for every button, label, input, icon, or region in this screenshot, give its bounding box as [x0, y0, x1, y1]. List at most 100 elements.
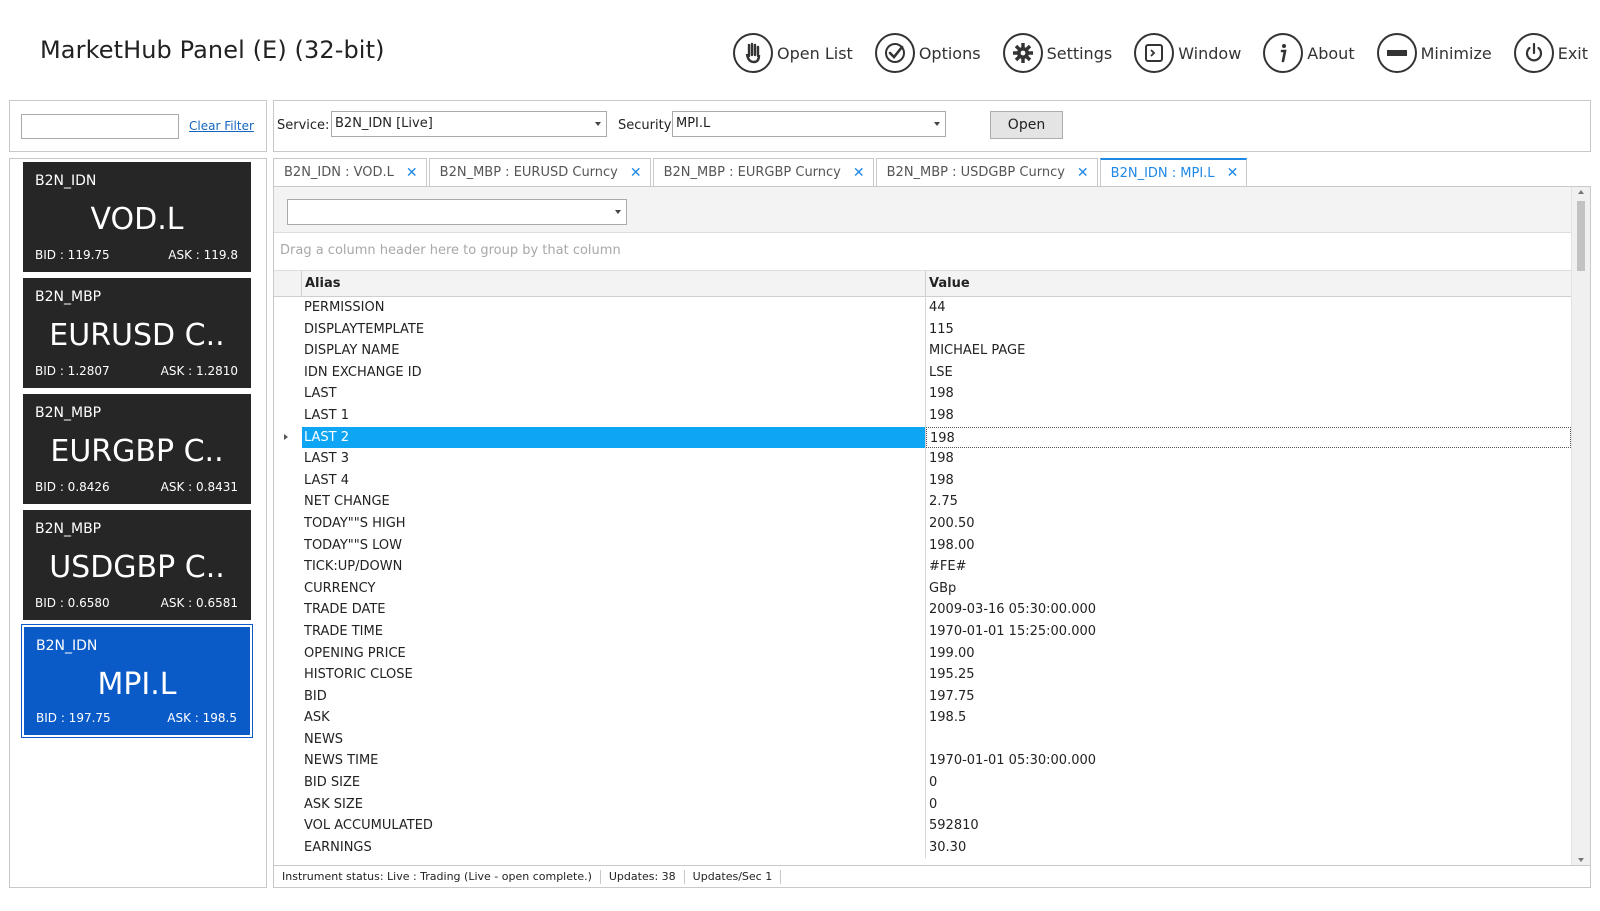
cell-alias[interactable]: TODAY""S LOW — [302, 534, 926, 557]
cell-value[interactable]: 199.00 — [926, 643, 1571, 665]
table-row[interactable]: NEWS — [274, 728, 1571, 751]
cell-alias[interactable]: DISPLAYTEMPLATE — [302, 318, 926, 341]
table-row[interactable]: CURRENCY GBp — [274, 577, 1571, 600]
table-row[interactable]: BID 197.75 — [274, 685, 1571, 708]
table-row[interactable]: BID SIZE 0 — [274, 772, 1571, 794]
minimize-button[interactable]: Minimize — [1376, 32, 1492, 74]
cell-alias[interactable]: TRADE DATE — [302, 599, 926, 621]
clear-filter-link[interactable]: Clear Filter — [189, 119, 254, 133]
cell-value[interactable]: 198 — [926, 405, 1571, 427]
table-row[interactable]: NEWS TIME 1970-01-01 05:30:00.000 — [274, 750, 1571, 773]
scroll-down-icon[interactable] — [1578, 858, 1584, 862]
about-button[interactable]: About — [1263, 32, 1355, 74]
table-row[interactable]: TRADE TIME 1970-01-01 15:25:00.000 — [274, 620, 1571, 643]
cell-value[interactable]: 198 — [926, 448, 1571, 470]
cell-alias[interactable]: PERMISSION — [302, 297, 926, 319]
cell-alias[interactable]: ASK — [302, 707, 926, 729]
cell-alias[interactable]: EARNINGS — [302, 836, 926, 859]
cell-alias[interactable]: LAST — [302, 383, 926, 405]
cell-value[interactable]: 198 — [926, 470, 1571, 492]
cell-value[interactable]: GBp — [926, 578, 1571, 600]
table-row[interactable]: LAST 198 — [274, 383, 1571, 405]
cell-value[interactable]: 1970-01-01 15:25:00.000 — [926, 621, 1571, 643]
cell-alias[interactable]: ASK SIZE — [302, 793, 926, 816]
cell-value[interactable]: 30.30 — [926, 837, 1571, 859]
table-row[interactable]: TODAY""S LOW 198.00 — [274, 534, 1571, 557]
ticker-card-eurgbp[interactable]: B2N_MBP EURGBP C.. BID : 0.8426 ASK : 0.… — [23, 394, 251, 504]
table-row[interactable]: TODAY""S HIGH 200.50 — [274, 512, 1571, 535]
cell-alias[interactable]: LAST 4 — [302, 469, 926, 492]
cell-value[interactable]: 195.25 — [926, 664, 1571, 686]
table-row[interactable]: NET CHANGE 2.75 — [274, 491, 1571, 513]
table-row[interactable]: DISPLAYTEMPLATE 115 — [274, 318, 1571, 341]
table-row[interactable]: TICK:UP/DOWN #FE# — [274, 556, 1571, 578]
cell-alias[interactable]: BID SIZE — [302, 772, 926, 794]
close-icon[interactable]: ✕ — [406, 165, 418, 181]
cell-alias[interactable]: HISTORIC CLOSE — [302, 664, 926, 686]
table-row[interactable]: EARNINGS 30.30 — [274, 836, 1571, 859]
cell-value[interactable]: 198 — [926, 383, 1571, 405]
cell-value[interactable]: 198 — [926, 426, 1571, 449]
cell-value[interactable]: 44 — [926, 297, 1571, 319]
table-row[interactable]: ASK SIZE 0 — [274, 793, 1571, 816]
close-icon[interactable]: ✕ — [1227, 165, 1239, 181]
settings-button[interactable]: Settings — [1002, 32, 1112, 74]
cell-alias[interactable]: TODAY""S HIGH — [302, 512, 926, 535]
ticker-card-usdgbp[interactable]: B2N_MBP USDGBP C.. BID : 0.6580 ASK : 0.… — [23, 510, 251, 620]
ticker-card-mpi[interactable]: B2N_IDN MPI.L BID : 197.75 ASK : 198.5 — [21, 624, 253, 738]
column-header-alias[interactable]: Alias — [302, 271, 926, 297]
cell-alias[interactable]: NEWS — [302, 728, 926, 751]
tab-vod[interactable]: B2N_IDN : VOD.L ✕ — [273, 158, 427, 186]
table-row[interactable]: PERMISSION 44 — [274, 297, 1571, 319]
table-row[interactable]: TRADE DATE 2009-03-16 05:30:00.000 — [274, 599, 1571, 621]
cell-value[interactable] — [926, 729, 1571, 751]
cell-value[interactable]: LSE — [926, 362, 1571, 384]
ticker-card-eurusd[interactable]: B2N_MBP EURUSD C.. BID : 1.2807 ASK : 1.… — [23, 278, 251, 388]
cell-alias[interactable]: IDN EXCHANGE ID — [302, 361, 926, 384]
service-select[interactable]: B2N_IDN [Live] — [331, 111, 607, 137]
close-icon[interactable]: ✕ — [853, 165, 865, 181]
field-filter-select[interactable] — [287, 199, 627, 225]
cell-alias[interactable]: VOL ACCUMULATED — [302, 815, 926, 837]
cell-alias[interactable]: LAST 2 — [302, 426, 926, 449]
cell-value[interactable]: 198.5 — [926, 707, 1571, 729]
close-icon[interactable]: ✕ — [1077, 165, 1089, 181]
table-row[interactable]: LAST 1 198 — [274, 404, 1571, 427]
vertical-scrollbar[interactable] — [1571, 187, 1590, 865]
cell-value[interactable]: MICHAEL PAGE — [926, 340, 1571, 362]
cell-alias[interactable]: OPENING PRICE — [302, 642, 926, 665]
tab-usdgbp[interactable]: B2N_MBP : USDGBP Curncy ✕ — [875, 158, 1098, 186]
ticker-card-vod[interactable]: B2N_IDN VOD.L BID : 119.75 ASK : 119.8 — [23, 162, 251, 272]
cell-alias[interactable]: LAST 1 — [302, 404, 926, 427]
cell-value[interactable]: 592810 — [926, 815, 1571, 837]
exit-button[interactable]: Exit — [1513, 32, 1588, 74]
table-row[interactable]: LAST 2 198 — [274, 426, 1571, 449]
table-row[interactable]: LAST 4 198 — [274, 469, 1571, 492]
table-row[interactable]: DISPLAY NAME MICHAEL PAGE — [274, 340, 1571, 362]
cell-value[interactable]: 200.50 — [926, 513, 1571, 535]
cell-value[interactable]: 2.75 — [926, 491, 1571, 513]
column-header-value[interactable]: Value — [926, 271, 970, 291]
filter-input[interactable] — [21, 114, 179, 139]
cell-alias[interactable]: TRADE TIME — [302, 620, 926, 643]
table-row[interactable]: VOL ACCUMULATED 592810 — [274, 815, 1571, 837]
cell-alias[interactable]: BID — [302, 685, 926, 708]
cell-alias[interactable]: NET CHANGE — [302, 491, 926, 513]
tab-eurusd[interactable]: B2N_MBP : EURUSD Curncy ✕ — [428, 158, 651, 186]
scroll-up-icon[interactable] — [1578, 190, 1584, 194]
cell-value[interactable]: 0 — [926, 794, 1571, 816]
open-list-button[interactable]: Open List — [733, 32, 853, 74]
cell-value[interactable]: 197.75 — [926, 686, 1571, 708]
table-row[interactable]: LAST 3 198 — [274, 448, 1571, 470]
table-row[interactable]: IDN EXCHANGE ID LSE — [274, 361, 1571, 384]
cell-value[interactable]: 2009-03-16 05:30:00.000 — [926, 599, 1571, 621]
security-select[interactable]: MPI.L — [672, 111, 946, 137]
cell-alias[interactable]: TICK:UP/DOWN — [302, 556, 926, 578]
options-button[interactable]: Options — [874, 32, 981, 74]
cell-alias[interactable]: LAST 3 — [302, 448, 926, 470]
cell-value[interactable]: 115 — [926, 319, 1571, 341]
cell-alias[interactable]: NEWS TIME — [302, 750, 926, 773]
cell-alias[interactable]: CURRENCY — [302, 577, 926, 600]
open-button[interactable]: Open — [990, 111, 1063, 139]
table-row[interactable]: ASK 198.5 — [274, 707, 1571, 729]
